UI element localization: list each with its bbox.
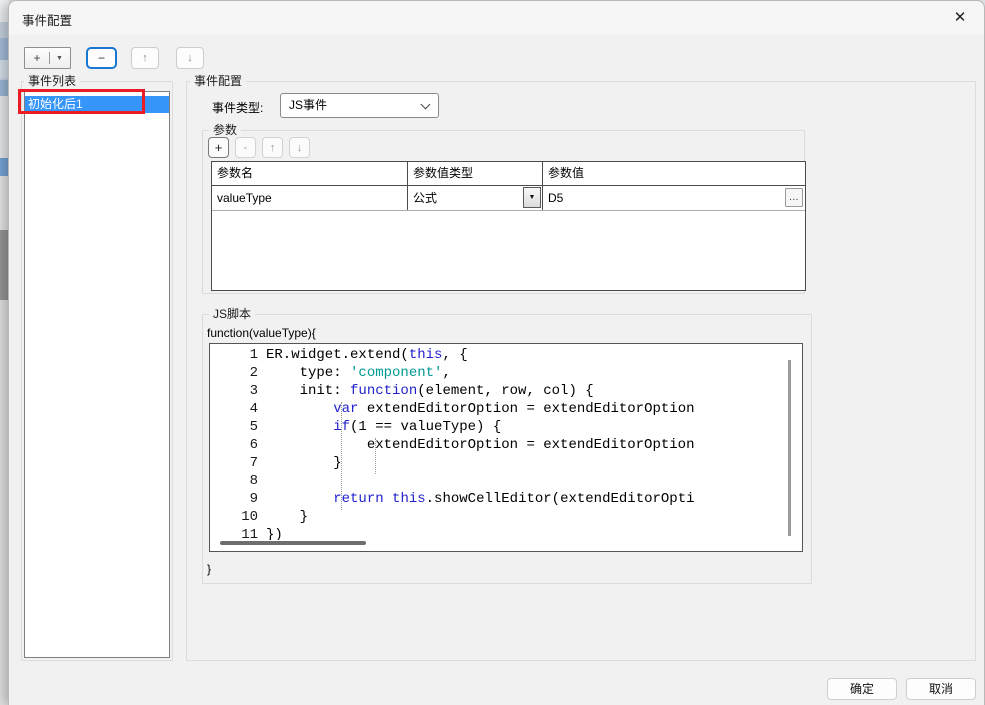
event-config-group-label: 事件配置 — [190, 74, 246, 88]
param-value-cell[interactable]: D5... — [543, 186, 805, 210]
move-param-down-button[interactable]: ↓ — [289, 137, 310, 158]
line-number: 3 — [210, 382, 266, 400]
param-name-cell[interactable]: valueType — [212, 186, 408, 210]
code-line: 2 type: 'component', — [210, 364, 802, 382]
remove-event-button[interactable]: − — [86, 47, 117, 69]
titlebar: 事件配置 ✕ — [9, 1, 984, 35]
line-number: 1 — [210, 346, 266, 364]
move-event-down-button[interactable]: ↓ — [176, 47, 204, 69]
event-list-item[interactable]: 初始化后1 — [25, 96, 169, 113]
code-line: 1ER.widget.extend(this, { — [210, 346, 802, 364]
line-number: 5 — [210, 418, 266, 436]
indent-guide — [341, 402, 342, 510]
function-signature: function(valueType){ — [207, 326, 316, 340]
js-script-group: JS脚本 function(valueType){ 1ER.widget.ext… — [202, 314, 812, 584]
event-type-label: 事件类型: — [212, 99, 263, 116]
code-line: 8 — [210, 472, 802, 490]
code-line: 5 if(1 == valueType) { — [210, 418, 802, 436]
dialog-title: 事件配置 — [22, 10, 72, 29]
ok-button[interactable]: 确定 — [827, 678, 897, 700]
code-line: 10 } — [210, 508, 802, 526]
move-param-up-button[interactable]: ↑ — [262, 137, 283, 158]
event-listbox[interactable]: 初始化后1 — [24, 91, 170, 658]
line-number: 11 — [210, 526, 266, 540]
vertical-scrollbar-thumb[interactable] — [788, 360, 791, 536]
function-closing-brace: } — [207, 562, 211, 576]
event-type-select[interactable]: JS事件 — [280, 93, 439, 118]
params-group-label: 参数 — [209, 123, 241, 137]
column-header-param-value-type: 参数值类型 — [408, 162, 543, 185]
code-line: 7 } — [210, 454, 802, 472]
dropdown-arrow-icon: ▼ — [50, 55, 69, 62]
code-editor[interactable]: 1ER.widget.extend(this, {2 type: 'compon… — [209, 343, 803, 552]
code-line: 11}) — [210, 526, 802, 540]
close-button[interactable]: ✕ — [946, 7, 974, 29]
event-list-group: 事件列表 初始化后1 — [21, 81, 173, 661]
param-type-cell[interactable]: 公式▼ — [408, 186, 543, 210]
column-header-param-name: 参数名 — [212, 162, 408, 185]
params-table: 参数名 参数值类型 参数值 valueType公式▼D5... — [211, 161, 806, 291]
indent-guide — [375, 438, 376, 474]
move-event-up-button[interactable]: ↑ — [131, 47, 159, 69]
code-line: 3 init: function(element, row, col) { — [210, 382, 802, 400]
params-group: 参数 + - ↑ ↓ 参数名 参数值类型 参数值 valueType公式▼D5.… — [202, 130, 805, 294]
line-number: 9 — [210, 490, 266, 508]
column-header-param-value: 参数值 — [543, 162, 805, 185]
event-config-dialog: 事件配置 ✕ + ▼ − ↑ ↓ 事件列表 初始化后1 事件配置 事件类型: J… — [8, 0, 985, 705]
line-number: 4 — [210, 400, 266, 418]
code-line: 6 extendEditorOption = extendEditorOptio… — [210, 436, 802, 454]
event-config-group: 事件配置 事件类型: JS事件 参数 + - ↑ ↓ 参数名 参数值类型 参数值… — [186, 81, 976, 661]
event-list-group-label: 事件列表 — [24, 74, 80, 88]
remove-param-button[interactable]: - — [235, 137, 256, 158]
event-type-value: JS事件 — [289, 98, 327, 112]
line-number: 2 — [210, 364, 266, 382]
plus-icon: + — [25, 51, 49, 65]
cancel-button[interactable]: 取消 — [906, 678, 976, 700]
horizontal-scrollbar-thumb[interactable] — [220, 541, 366, 545]
line-number: 10 — [210, 508, 266, 526]
line-number: 6 — [210, 436, 266, 454]
add-event-split-button[interactable]: + ▼ — [24, 47, 71, 69]
param-value-more-button[interactable]: ... — [785, 188, 803, 207]
code-line: 4 var extendEditorOption = extendEditorO… — [210, 400, 802, 418]
params-table-header: 参数名 参数值类型 参数值 — [212, 162, 805, 186]
param-row: valueType公式▼D5... — [212, 186, 805, 211]
param-type-dropdown-button[interactable]: ▼ — [523, 187, 541, 208]
add-param-button[interactable]: + — [208, 137, 229, 158]
js-script-group-label: JS脚本 — [209, 307, 255, 321]
line-number: 7 — [210, 454, 266, 472]
code-line: 9 return this.showCellEditor(extendEdito… — [210, 490, 802, 508]
close-icon: ✕ — [954, 9, 967, 26]
chevron-down-icon — [421, 100, 431, 110]
line-number: 8 — [210, 472, 266, 490]
